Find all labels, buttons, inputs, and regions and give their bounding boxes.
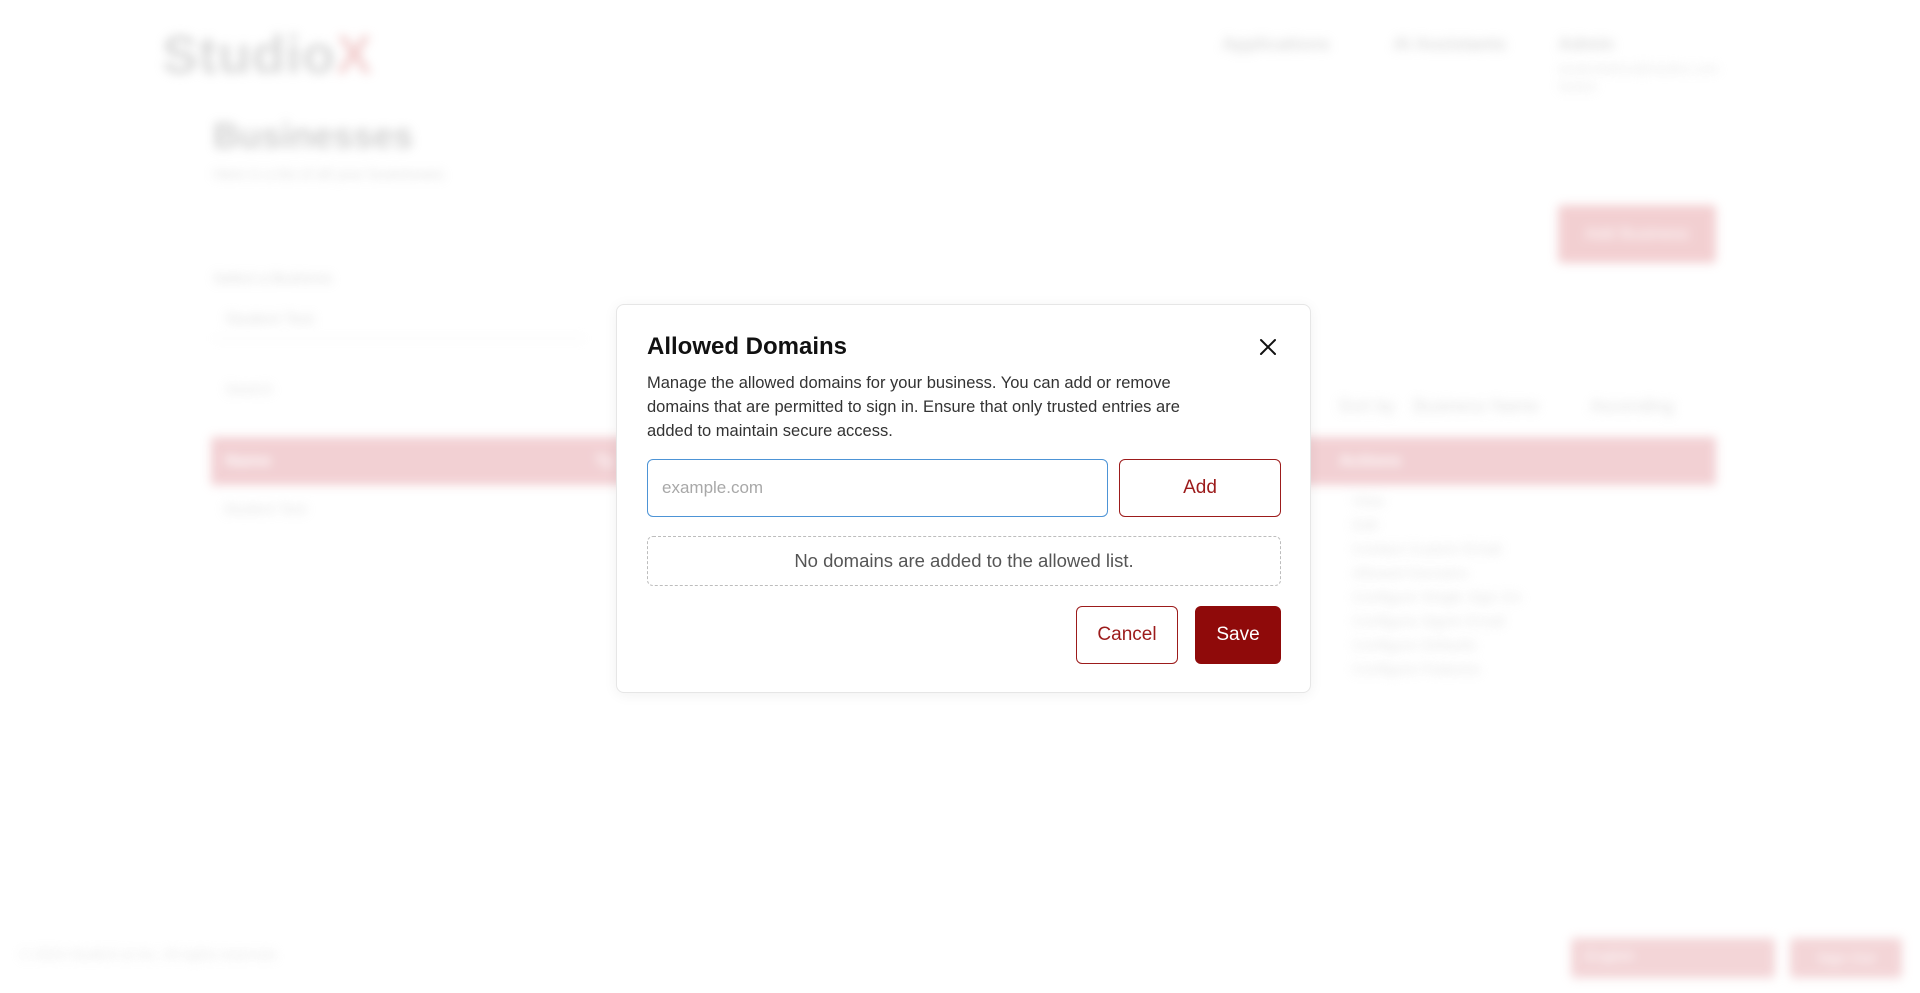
save-button[interactable]: Save: [1195, 606, 1281, 664]
domains-empty-state: No domains are added to the allowed list…: [647, 536, 1281, 586]
action-link-sso[interactable]: Configure Single Sign On: [1352, 586, 1521, 610]
add-domain-button[interactable]: Add: [1119, 459, 1281, 517]
modal-description: Manage the allowed domains for your busi…: [647, 374, 1180, 440]
app-root: StudioX Applications AI Assistants Admin…: [0, 0, 1920, 993]
action-link-features[interactable]: Configure Features: [1352, 658, 1521, 682]
allowed-domains-modal: Allowed Domains Manage the allowed domai…: [616, 304, 1311, 693]
footer-copyright: © 2024 StudioX.ai Inc. All rights reserv…: [20, 946, 279, 962]
column-header-name: Name: [225, 451, 272, 470]
studiox-logo[interactable]: StudioX: [162, 24, 373, 86]
search-input[interactable]: Search: [213, 375, 453, 407]
close-icon: [1260, 339, 1276, 355]
sort-by-label: Sort by: [1338, 396, 1396, 416]
language-select[interactable]: English: [1571, 938, 1775, 978]
sort-field-select[interactable]: Business Name: [1413, 396, 1539, 417]
nav-admin[interactable]: Admin: [1558, 34, 1614, 55]
logo-text: Studio: [162, 25, 336, 85]
nav-ai-assistants[interactable]: AI Assistants: [1393, 34, 1506, 55]
action-link-signin-email[interactable]: Configure Signin Email: [1352, 610, 1521, 634]
nav-applications[interactable]: Applications: [1222, 34, 1330, 55]
table-row-name: Student Test: [223, 501, 307, 518]
action-link-allowed-domains[interactable]: Allowed Domains: [1352, 562, 1521, 586]
page-subtitle: Here is a list of all your businesses: [213, 166, 444, 183]
modal-title: Allowed Domains: [647, 333, 848, 360]
row-actions-list: View Edit Contact Custom Email Allowed D…: [1352, 490, 1521, 682]
select-business-label: Select a Business: [213, 270, 333, 287]
close-button[interactable]: [1253, 332, 1283, 362]
action-link-view[interactable]: View: [1352, 490, 1521, 514]
sort-order-select[interactable]: Ascending: [1590, 396, 1674, 417]
action-link-contact-email[interactable]: Contact Custom Email: [1352, 538, 1521, 562]
action-link-defaults[interactable]: Configure Defaults: [1352, 634, 1521, 658]
business-select[interactable]: Student Test: [213, 303, 585, 339]
add-business-button[interactable]: Add Business: [1558, 205, 1716, 263]
action-link-edit[interactable]: Edit: [1352, 514, 1521, 538]
page-title: Businesses: [213, 115, 414, 156]
sign-out-button[interactable]: Sign Out: [1790, 938, 1902, 978]
column-header-type: Ty: [595, 451, 614, 470]
column-header-actions: Actions: [1339, 451, 1402, 470]
logo-accent: X: [335, 25, 373, 85]
cancel-button[interactable]: Cancel: [1076, 606, 1178, 664]
domain-input[interactable]: [647, 459, 1108, 517]
nav-admin-sub: studentadmin@studiox.com Switch: [1558, 61, 1719, 94]
